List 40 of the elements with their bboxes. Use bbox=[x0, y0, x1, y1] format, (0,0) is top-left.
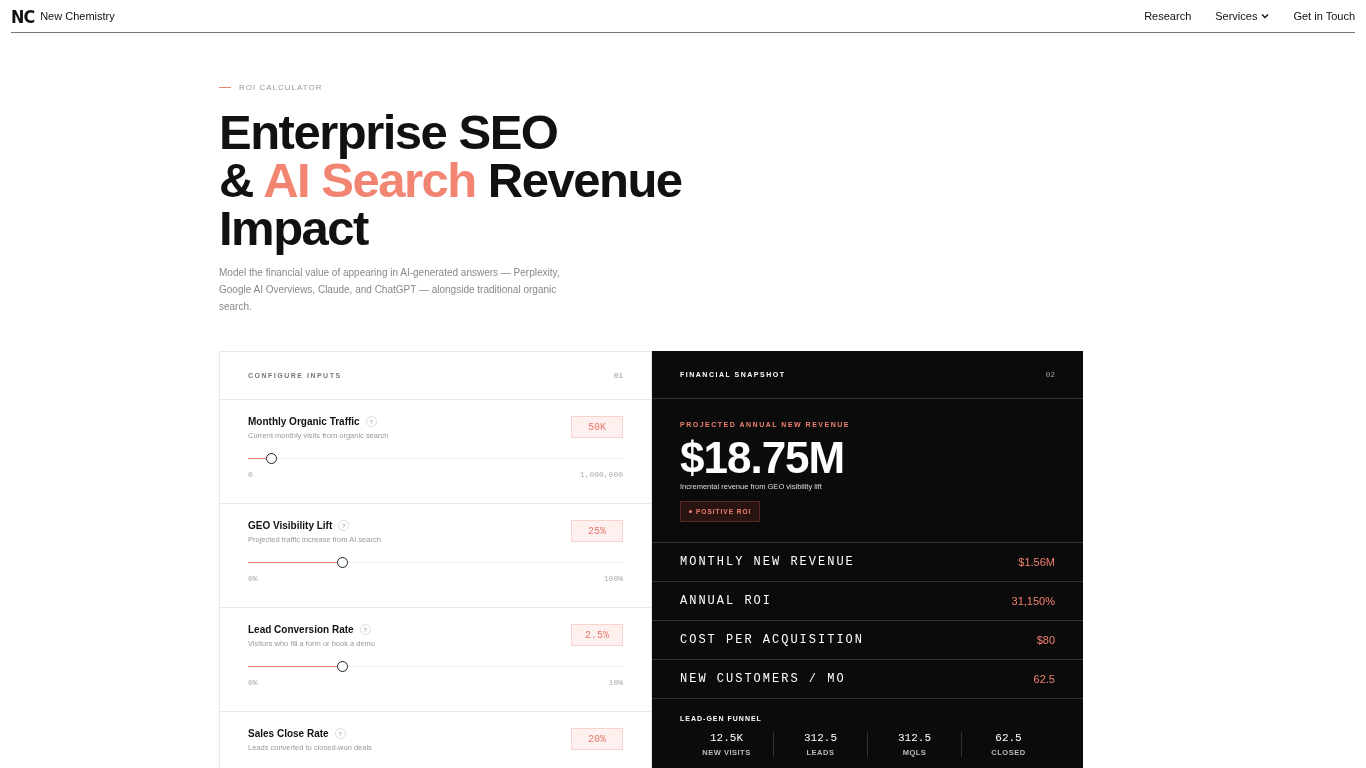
metric-value: 62.5 bbox=[1033, 673, 1055, 685]
metric-value: $1.56M bbox=[1018, 556, 1055, 568]
slider-thumb[interactable] bbox=[265, 453, 277, 464]
metric-label: NEW CUSTOMERS / MO bbox=[680, 672, 846, 686]
panel-number: 02 bbox=[1045, 370, 1055, 379]
field-label: Monthly Organic Traffic bbox=[248, 416, 360, 427]
field-label: Lead Conversion Rate bbox=[248, 624, 354, 635]
panel-number: 01 bbox=[613, 371, 623, 380]
brand-name[interactable]: New Chemistry bbox=[40, 10, 115, 22]
funnel-value: 312.5 bbox=[898, 732, 931, 744]
chevron-down-icon bbox=[1261, 13, 1270, 19]
value-field[interactable]: 20% bbox=[571, 728, 623, 750]
metric-value: 31,150% bbox=[1011, 595, 1055, 607]
scale-min: 0 bbox=[248, 470, 253, 479]
logo[interactable]: NC bbox=[11, 5, 35, 27]
eyebrow-label: ROI CALCULATOR bbox=[239, 83, 323, 92]
scale-min: 0% bbox=[248, 678, 258, 687]
nav-link[interactable]: Services bbox=[1215, 10, 1270, 22]
metric-label: MONTHLY NEW REVENUE bbox=[680, 555, 855, 569]
value-field[interactable]: 50K bbox=[571, 416, 623, 438]
scale-min: 0% bbox=[248, 574, 258, 583]
field-label: Sales Close Rate bbox=[248, 728, 329, 739]
funnel-value: 312.5 bbox=[804, 732, 837, 744]
value-field[interactable]: 25% bbox=[571, 520, 623, 542]
scale-max: 10% bbox=[608, 678, 623, 687]
field-label: GEO Visibility Lift bbox=[248, 520, 333, 531]
nav-link[interactable]: Research bbox=[1144, 10, 1192, 22]
description: Model the financial value of appearing in AI-generated answers — Perplexity, Google AI Overviews, Claude, and ChatGPT — alongside traditional organic search. bbox=[219, 266, 561, 314]
value-field[interactable]: 2.5% bbox=[571, 624, 623, 646]
metric-value: $80 bbox=[1036, 634, 1055, 646]
scale-max: 100% bbox=[603, 574, 623, 583]
revenue-amount: $18.75M bbox=[680, 434, 846, 482]
slider-thumb[interactable] bbox=[336, 661, 348, 672]
scale-max: 1,000,000 bbox=[579, 470, 623, 479]
slider-thumb[interactable] bbox=[336, 557, 348, 568]
metric-label: COST PER ACQUISITION bbox=[680, 633, 865, 647]
funnel-value: 12.5K bbox=[710, 732, 743, 744]
funnel-value: 62.5 bbox=[995, 732, 1022, 744]
metric-label: ANNUAL ROI bbox=[680, 594, 772, 608]
nav-link[interactable]: Get in Touch bbox=[1293, 10, 1355, 22]
